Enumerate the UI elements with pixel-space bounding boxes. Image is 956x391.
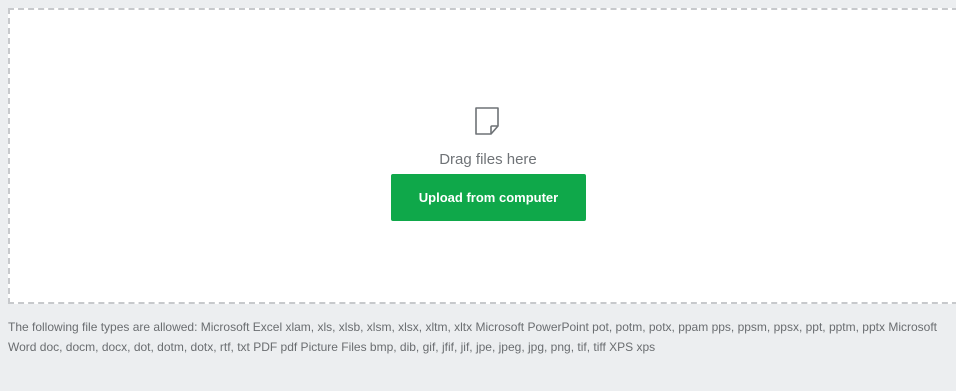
dropzone-content: Drag files here Upload from computer <box>10 10 956 306</box>
file-upload-page: Drag files here Upload from computer The… <box>0 0 956 391</box>
drag-files-text: Drag files here <box>439 151 537 168</box>
file-dropzone[interactable]: Drag files here Upload from computer <box>8 8 956 304</box>
file-icon <box>475 107 499 135</box>
upload-from-computer-button[interactable]: Upload from computer <box>391 174 586 221</box>
allowed-file-types-text: The following file types are allowed: Mi… <box>8 320 937 354</box>
